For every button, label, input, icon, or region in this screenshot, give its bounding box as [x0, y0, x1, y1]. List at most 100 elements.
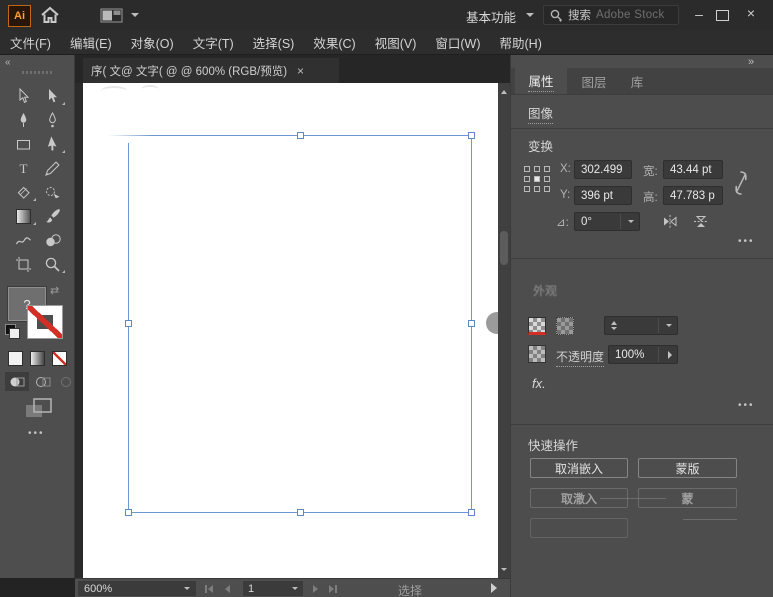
close-button[interactable]: ×: [740, 5, 762, 21]
artboard-number-dropdown[interactable]: 1: [243, 581, 303, 596]
stroke-unit-chevron-down-icon[interactable]: [666, 324, 672, 327]
panel-collapse-button[interactable]: »: [748, 56, 753, 68]
status-bar-expand-icon[interactable]: [491, 583, 497, 593]
height-input[interactable]: 47.783 p: [663, 186, 723, 205]
glitched-mask-button[interactable]: 蒙: [638, 488, 737, 508]
workspace-mode-button[interactable]: 基本功能: [466, 7, 516, 26]
tab-properties[interactable]: 属性: [515, 68, 567, 94]
toolbar-collapse-button[interactable]: «: [5, 57, 10, 68]
pen-tool[interactable]: [9, 108, 38, 132]
menu-item-effect[interactable]: 效果(C): [313, 33, 355, 52]
artboard-chevron-down-icon: [292, 587, 298, 590]
default-fill-stroke-icon[interactable]: [5, 324, 19, 338]
artboard-tool[interactable]: [9, 252, 38, 276]
glitched-empty-button[interactable]: [530, 518, 628, 538]
menu-item-window[interactable]: 窗口(W): [435, 33, 480, 52]
illustrator-window: Ai 基本功能 搜索: [0, 0, 773, 597]
tab-libraries[interactable]: 库: [621, 68, 653, 94]
selection-handle-bottom-left[interactable]: [125, 509, 132, 516]
appearance-more-options-button[interactable]: •••: [738, 400, 755, 411]
selection-handle-top-center[interactable]: [297, 132, 304, 139]
workspace-mode-chevron-down-icon[interactable]: [526, 13, 534, 17]
menu-item-edit[interactable]: 编辑(E): [70, 33, 112, 52]
zoom-tool[interactable]: [38, 252, 67, 276]
menu-item-view[interactable]: 视图(V): [375, 33, 417, 52]
stroke-weight-stepper[interactable]: [604, 316, 678, 335]
opacity-expand-chevron-icon[interactable]: [668, 351, 672, 359]
selection-tool[interactable]: [38, 84, 67, 108]
menu-item-file[interactable]: 文件(F): [10, 33, 51, 52]
stroke-color-well[interactable]: [27, 305, 63, 339]
search-icon: [550, 9, 563, 22]
artboard-canvas[interactable]: [83, 83, 498, 578]
draw-behind-mode-button[interactable]: [31, 372, 55, 391]
gradient-swatch-button[interactable]: [30, 351, 45, 366]
tab-layers[interactable]: 图层: [571, 68, 617, 94]
transform-more-options-button[interactable]: •••: [738, 236, 755, 247]
none-swatch-button[interactable]: [52, 351, 67, 366]
search-input[interactable]: 搜索 Adobe Stock: [543, 5, 679, 25]
menu-item-object[interactable]: 对象(O): [131, 33, 174, 52]
eraser-tool[interactable]: [9, 180, 38, 204]
color-swatch-button[interactable]: [8, 351, 23, 366]
zoom-level-dropdown[interactable]: 600%: [78, 581, 196, 596]
curvature-tool[interactable]: [38, 108, 67, 132]
mask-button[interactable]: 蒙版: [638, 458, 737, 478]
reference-point-grid-icon[interactable]: [524, 166, 552, 194]
fx-effects-button[interactable]: fx.: [532, 376, 546, 391]
previous-artboard-button[interactable]: [225, 585, 230, 593]
width-input[interactable]: 43.44 pt: [663, 160, 723, 179]
workspace-switcher-icon[interactable]: [100, 8, 124, 23]
draw-normal-mode-button[interactable]: [5, 372, 29, 391]
status-text: 选择: [325, 582, 495, 597]
direct-selection-tool[interactable]: [9, 84, 38, 108]
maximize-button[interactable]: [716, 10, 729, 21]
menu-item-select[interactable]: 选择(S): [253, 33, 295, 52]
menu-item-type[interactable]: 文字(T): [193, 33, 234, 52]
flip-vertical-icon[interactable]: [692, 214, 710, 229]
shape-builder-tool[interactable]: [38, 228, 67, 252]
scroll-up-icon[interactable]: [501, 90, 507, 94]
next-artboard-button[interactable]: [313, 585, 318, 593]
paintbrush-tool[interactable]: [38, 204, 67, 228]
workspace-chevron-down-icon[interactable]: [131, 13, 139, 17]
stroke-swatch[interactable]: [556, 317, 574, 335]
menu-item-help[interactable]: 帮助(H): [500, 33, 542, 52]
document-tab[interactable]: 序( 文@ 文字( @ @ 600% (RGB/预览) ×: [83, 58, 339, 83]
opacity-input[interactable]: 100%: [608, 345, 678, 364]
selection-handle-top-right[interactable]: [468, 132, 475, 139]
scrollbar-thumb[interactable]: [500, 231, 508, 265]
vertical-scrollbar[interactable]: [498, 83, 510, 578]
selection-handle-mid-right[interactable]: [468, 320, 475, 327]
unembed-button[interactable]: 取消嵌入: [530, 458, 628, 478]
rectangle-tool[interactable]: [9, 132, 38, 156]
tab-close-icon[interactable]: ×: [297, 64, 304, 78]
fill-swatch[interactable]: [528, 317, 546, 335]
flip-horizontal-icon[interactable]: [661, 214, 679, 229]
scroll-down-icon[interactable]: [501, 568, 507, 571]
gradient-tool[interactable]: [9, 204, 38, 228]
magic-wand-tool[interactable]: [38, 180, 67, 204]
swap-fill-stroke-icon[interactable]: ⇄: [50, 284, 59, 297]
width-tool[interactable]: [9, 228, 38, 252]
opacity-label[interactable]: 不透明度: [556, 348, 604, 367]
opacity-swatch[interactable]: [528, 345, 546, 363]
constrain-proportions-broken-link-icon[interactable]: [732, 168, 750, 198]
first-artboard-button[interactable]: [205, 585, 213, 593]
toolbar-grip-handle[interactable]: [22, 71, 54, 74]
minimize-button[interactable]: –: [688, 6, 710, 22]
rotation-angle-dropdown[interactable]: 0°: [574, 212, 640, 231]
screen-mode-button[interactable]: [24, 397, 54, 421]
toolbar-more-button[interactable]: •••: [28, 428, 45, 439]
x-input[interactable]: 302.499: [574, 160, 632, 179]
free-transform-tool[interactable]: [38, 132, 67, 156]
pencil-tool[interactable]: [38, 156, 67, 180]
type-tool[interactable]: T: [9, 156, 38, 180]
y-input[interactable]: 396 pt: [574, 186, 632, 205]
selection-handle-bottom-center[interactable]: [297, 509, 304, 516]
selection-handle-bottom-right[interactable]: [468, 509, 475, 516]
stepper-down-icon[interactable]: [611, 327, 617, 330]
selection-handle-mid-left[interactable]: [125, 320, 132, 327]
home-icon[interactable]: [40, 6, 60, 24]
stepper-up-icon[interactable]: [611, 321, 617, 325]
